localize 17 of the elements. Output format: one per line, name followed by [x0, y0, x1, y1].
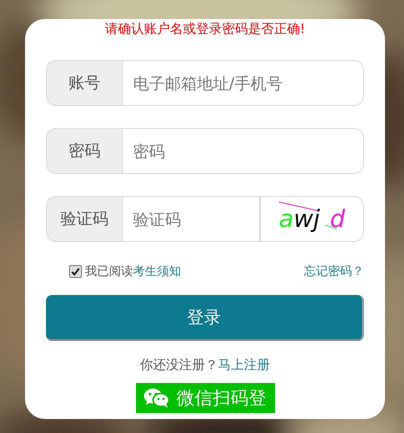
- agree-checkbox[interactable]: [69, 264, 82, 278]
- agree-label: 我已阅读: [85, 262, 133, 280]
- login-button[interactable]: 登录: [46, 295, 364, 341]
- notice-link[interactable]: 考生须知: [133, 262, 181, 280]
- password-field[interactable]: 密码: [123, 128, 364, 174]
- captcha-field[interactable]: 验证码: [123, 196, 260, 242]
- register-prompt: 你还没注册？: [140, 358, 218, 373]
- forgot-password-link[interactable]: 忘记密码？: [304, 262, 364, 280]
- field-label: 验证码: [46, 196, 123, 242]
- field-label: 账号: [46, 60, 123, 106]
- captcha-image[interactable]: awj d: [260, 196, 364, 242]
- field-label: 密码: [46, 128, 123, 174]
- register-link[interactable]: 马上注册: [218, 358, 270, 373]
- error-message: 请确认账户名或登录密码是否正确!: [104, 21, 306, 39]
- wechat-icon: [142, 387, 170, 409]
- wechat-login-button[interactable]: 微信扫码登: [136, 383, 274, 413]
- account-field[interactable]: 电子邮箱地址/手机号: [123, 60, 364, 106]
